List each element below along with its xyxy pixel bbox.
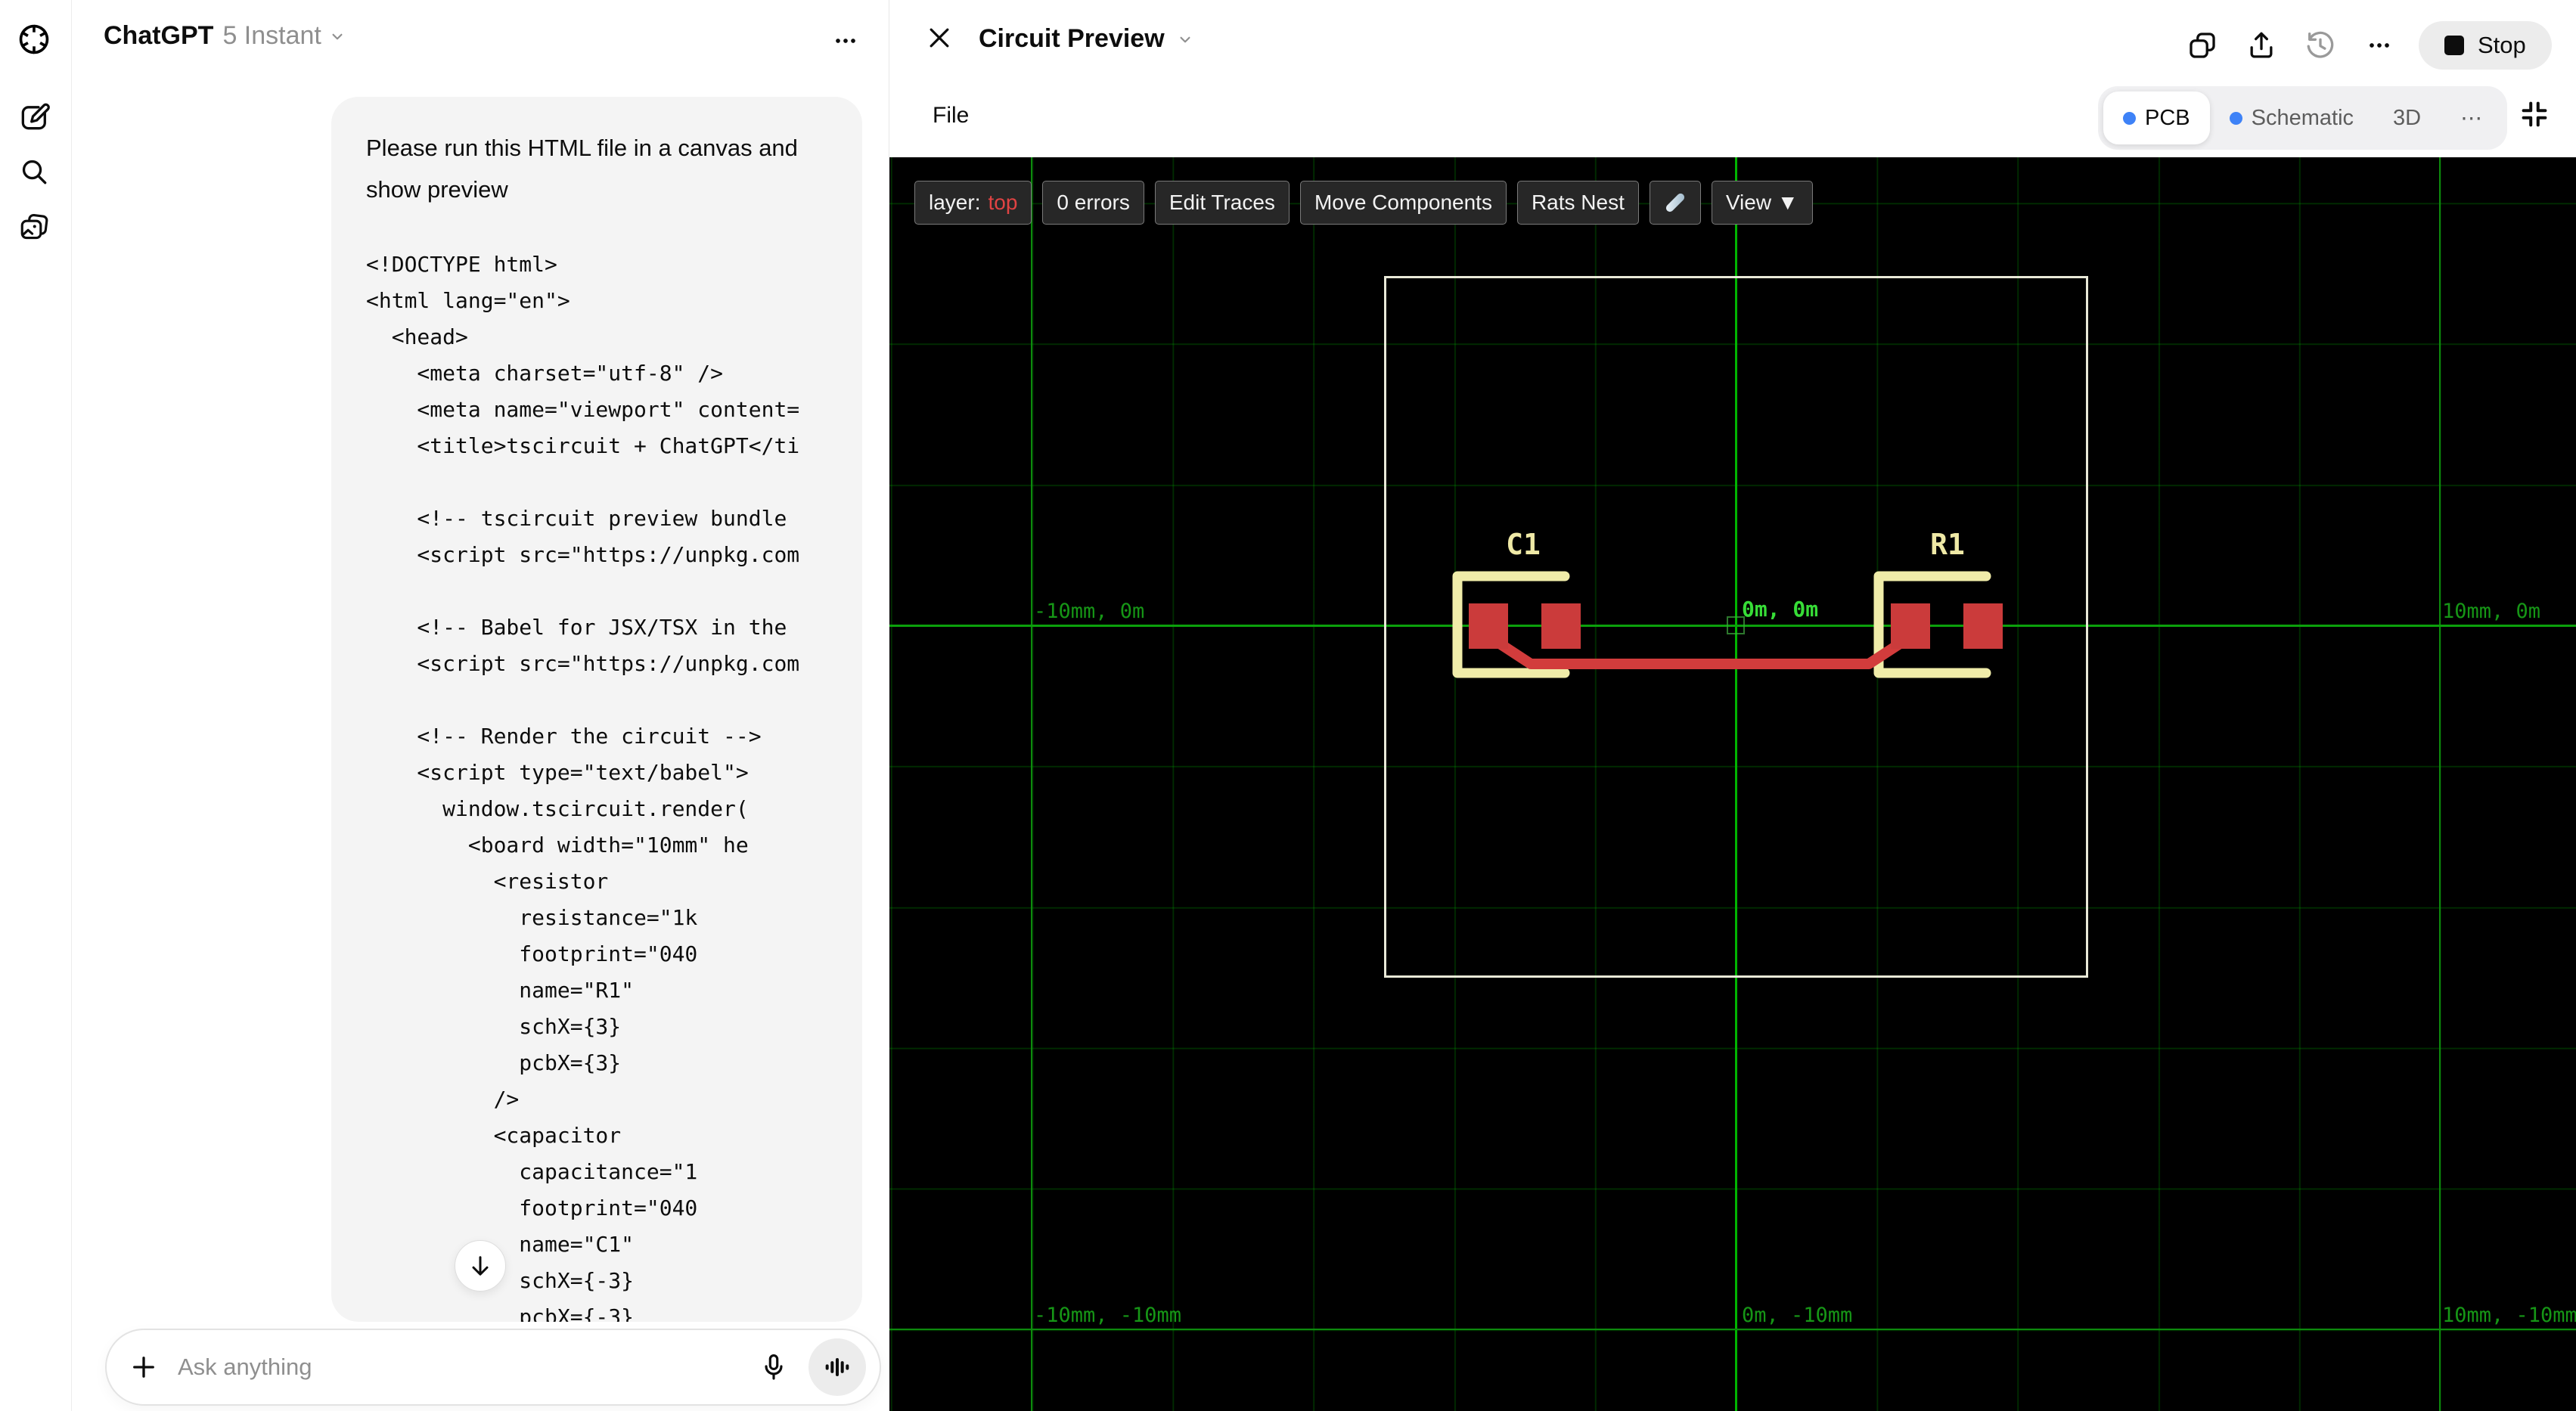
- pcb-canvas[interactable]: C1 R1 -10mm, 0m 0m, 0m 10mm, 0m -10mm, -…: [889, 157, 2576, 1411]
- app-sidebar: [0, 0, 72, 1411]
- chevron-down-icon: [1180, 36, 1190, 42]
- more-options-icon[interactable]: [2360, 26, 2399, 65]
- errors-button[interactable]: 0 errors: [1042, 181, 1144, 225]
- new-chat-icon[interactable]: [17, 100, 51, 135]
- layer-value: top: [988, 191, 1018, 214]
- app-title: ChatGPT: [104, 21, 214, 50]
- file-menu[interactable]: File: [933, 103, 969, 129]
- grid-label-bottom-center: 0m, -10mm: [1742, 1304, 1853, 1327]
- conversation-menu-icon[interactable]: [830, 26, 861, 60]
- model-name: 5 Instant: [222, 21, 321, 50]
- view-dropdown-button[interactable]: View ▼: [1711, 181, 1813, 225]
- share-icon[interactable]: [2242, 26, 2281, 65]
- pcb-artwork: [1452, 571, 2003, 678]
- library-icon[interactable]: [17, 210, 51, 245]
- canvas-actions: Stop: [2183, 21, 2552, 70]
- user-message-text: Please run this HTML file in a canvas an…: [366, 135, 798, 203]
- tab-pcb[interactable]: PCB: [2103, 91, 2210, 144]
- user-message-code: <!DOCTYPE html> <html lang="en"> <head> …: [366, 252, 800, 1322]
- grid-label-bottom-left: -10mm, -10mm: [1034, 1304, 1182, 1327]
- search-icon[interactable]: [17, 154, 51, 189]
- tab-more[interactable]: ⋯: [2441, 91, 2502, 144]
- pencil-icon: [1664, 191, 1687, 214]
- stop-square-icon: [2444, 36, 2464, 55]
- voice-mode-button[interactable]: [808, 1338, 866, 1396]
- arrow-down-icon: [472, 1256, 489, 1276]
- status-dot: [2123, 111, 2136, 125]
- message-input[interactable]: [178, 1354, 753, 1381]
- composer-bar: [105, 1329, 881, 1406]
- scroll-to-bottom-button[interactable]: [455, 1240, 506, 1292]
- model-selector[interactable]: 5 Instant: [222, 21, 346, 51]
- history-icon[interactable]: [2301, 26, 2340, 65]
- grid-label-bottom-right: 10mm, -10mm: [2442, 1304, 2576, 1327]
- move-components-button[interactable]: Move Components: [1299, 181, 1507, 225]
- voice-waveform-icon: [825, 1358, 849, 1376]
- copy-icon[interactable]: [2183, 26, 2222, 65]
- canvas-panel-header: Circuit Preview Stop File PCB Schematic …: [889, 0, 2576, 157]
- chatgpt-logo-icon[interactable]: [17, 22, 51, 57]
- chat-header: ChatGPT 5 Instant: [104, 21, 347, 51]
- edit-traces-button[interactable]: Edit Traces: [1154, 181, 1290, 225]
- pad-c1-2: [1541, 603, 1581, 649]
- pad-r1-1: [1891, 603, 1930, 649]
- tab-schematic[interactable]: Schematic: [2210, 91, 2373, 144]
- grid-label-axis-left: -10mm, 0m: [1034, 600, 1145, 623]
- component-label-r1[interactable]: R1: [1910, 528, 1985, 561]
- canvas-title[interactable]: Circuit Preview: [979, 24, 1195, 54]
- layer-button[interactable]: layer: top: [914, 181, 1032, 225]
- grid-label-origin: 0m, 0m: [1742, 597, 1819, 622]
- plus-icon[interactable]: [128, 1351, 160, 1383]
- user-message-bubble: Please run this HTML file in a canvas an…: [331, 97, 862, 1322]
- status-dot: [2229, 111, 2242, 125]
- microphone-icon: [765, 1354, 783, 1380]
- pcb-toolbar: layer: top 0 errors Edit Traces Move Com…: [914, 181, 1813, 225]
- rats-nest-button[interactable]: Rats Nest: [1516, 181, 1639, 225]
- dictate-button[interactable]: [753, 1346, 795, 1388]
- grid-label-axis-right: 10mm, 0m: [2442, 600, 2541, 623]
- tab-3d[interactable]: 3D: [2373, 91, 2441, 144]
- pencil-tool-button[interactable]: [1649, 181, 1701, 225]
- pad-r1-2: [1963, 603, 2003, 649]
- chat-column: ChatGPT 5 Instant Please run this HTML f…: [73, 0, 889, 1411]
- collapse-icon[interactable]: [2517, 97, 2552, 135]
- stop-button[interactable]: Stop: [2419, 21, 2552, 70]
- chevron-down-icon: [332, 33, 343, 39]
- pad-c1-1: [1469, 603, 1508, 649]
- close-canvas-icon[interactable]: [924, 23, 954, 57]
- component-label-c1[interactable]: C1: [1485, 528, 1561, 561]
- view-tabs: PCB Schematic 3D ⋯: [2098, 86, 2508, 150]
